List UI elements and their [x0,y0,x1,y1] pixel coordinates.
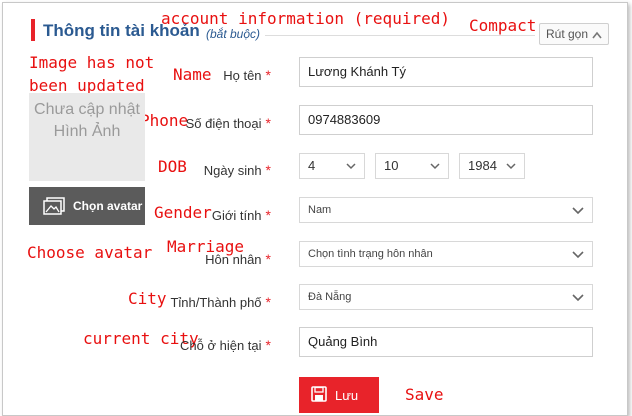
marital-value: Chọn tình trạng hôn nhân [308,248,433,260]
city-label-text: Tỉnh/Thành phố [170,295,262,310]
avatar-placeholder-line1: Chưa cập nhật [34,101,140,118]
chevron-down-icon [572,285,584,317]
annotation-account-information: account information (required) [161,9,450,28]
choose-avatar-label: Chọn avatar [73,199,143,213]
phone-input[interactable]: 0974883609 [299,105,593,135]
chevron-down-icon [572,242,584,274]
annotation-city: City [128,289,167,308]
gender-value: Nam [308,204,332,216]
current-city-input[interactable]: Quảng Bình [299,327,593,357]
annotation-dob: DOB [158,157,187,176]
required-star: * [265,162,271,178]
dob-month-value: 10 [384,158,399,173]
save-icon [311,386,327,405]
required-star: * [265,115,271,131]
marital-select[interactable]: Chọn tình trạng hôn nhân [299,241,593,267]
annotation-name: Name [173,65,212,84]
phone-label-text: Số điện thoại [185,116,262,131]
annotation-choose-avatar: Choose avatar [27,243,153,262]
annotation-image-not-updated: Image has not been updated [29,53,155,95]
required-star: * [265,251,271,267]
dob-day-value: 4 [308,158,316,173]
avatar-placeholder: Chưa cập nhật Hình Ảnh [29,93,145,181]
required-star: * [265,67,271,83]
chevron-down-icon [346,154,356,186]
collapse-label: Rút gọn [546,27,589,41]
save-button[interactable]: Lưu [299,377,379,413]
dob-month-select[interactable]: 10 [375,153,449,179]
name-label-text: Họ tên [223,68,262,83]
name-input[interactable]: Lương Khánh Tý [299,57,593,87]
dob-day-select[interactable]: 4 [299,153,365,179]
required-star: * [265,337,271,353]
account-form-panel: Thông tin tài khoản (bắt buộc) Rút gọn a… [2,2,628,416]
city-value: Đà Nẵng [308,291,352,303]
choose-avatar-button[interactable]: Chọn avatar [29,187,145,225]
required-star: * [265,207,271,223]
current-city-label-text: Chỗ ở hiện tại [180,338,262,353]
current-city-label: Chỗ ở hiện tại * [180,337,271,353]
annotation-phone: Phone [140,111,189,130]
chevron-down-icon [572,198,584,230]
gender-select[interactable]: Nam [299,197,593,223]
chevron-up-icon [592,25,602,51]
title-divider [265,35,535,36]
image-icon [43,197,65,218]
chevron-down-icon [430,154,440,186]
title-accent-bar [31,19,35,41]
required-star: * [265,294,271,310]
marital-label-text: Hôn nhân [205,252,262,267]
phone-label: Số điện thoại * [186,115,271,131]
name-label: Họ tên * [223,67,271,83]
dob-label: Ngày sinh * [204,162,271,178]
gender-label: Giới tính * [212,207,271,223]
collapse-button[interactable]: Rút gọn [539,23,609,45]
avatar-placeholder-line2: Hình Ảnh [53,123,121,140]
annotation-compact: Compact [469,16,537,35]
gender-label-text: Giới tính [211,208,262,223]
chevron-down-icon [506,154,516,186]
marital-label: Hôn nhân * [205,251,271,267]
dob-year-value: 1984 [468,158,497,173]
save-label: Lưu [335,388,359,403]
dob-year-select[interactable]: 1984 [459,153,525,179]
annotation-gender: Gender [154,203,212,222]
annotation-save: Save [405,385,444,404]
city-select[interactable]: Đà Nẵng [299,284,593,310]
dob-label-text: Ngày sinh [203,163,262,178]
required-note: (bắt buộc) [206,27,261,41]
city-label: Tỉnh/Thành phố * [170,294,271,310]
